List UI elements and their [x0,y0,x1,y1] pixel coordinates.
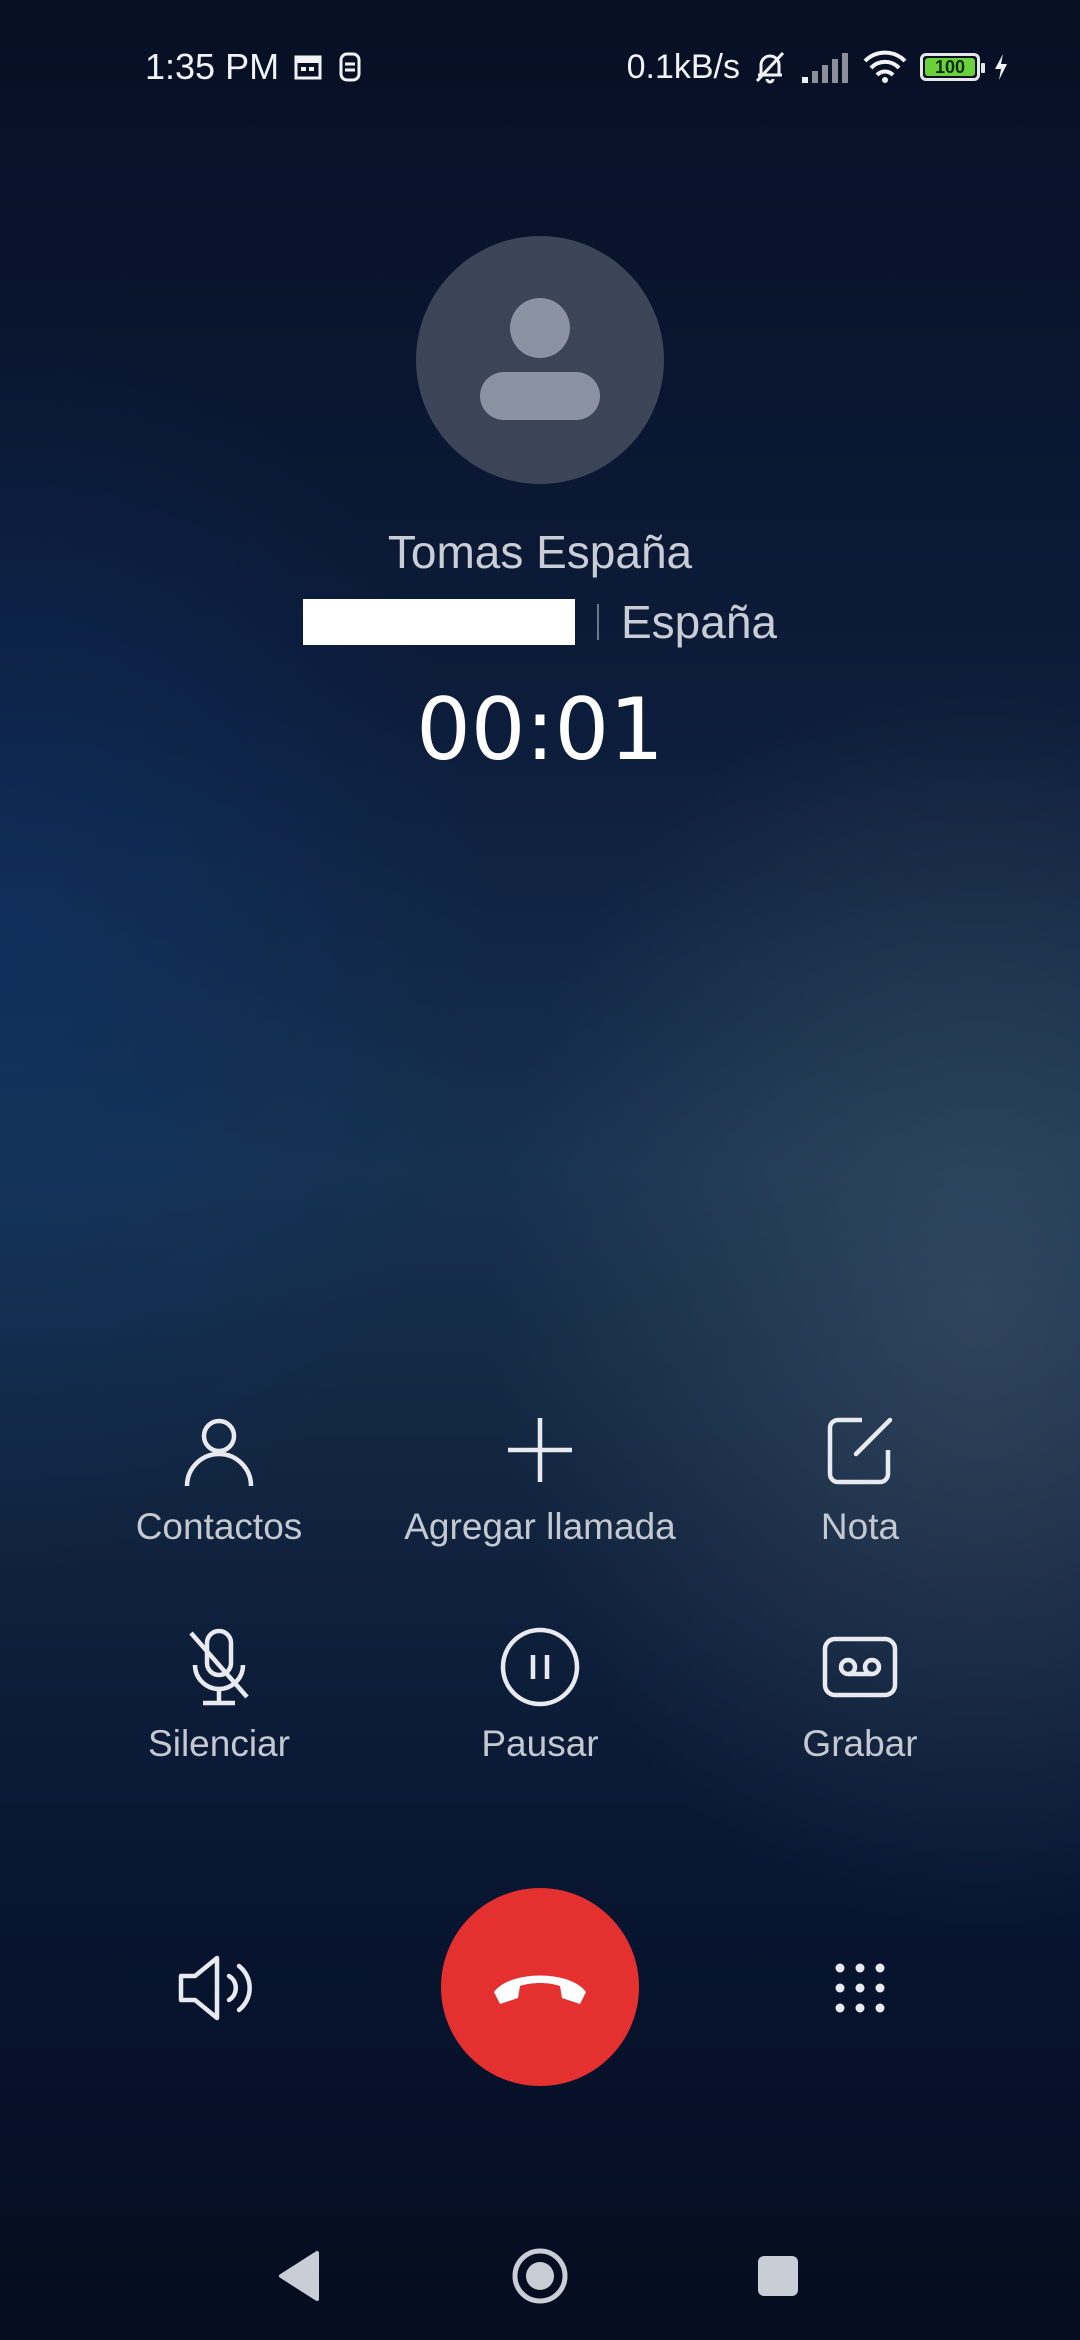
caller-location: España [620,596,777,648]
nav-recents-button[interactable] [728,2228,828,2324]
vpn-icon [339,52,361,82]
call-duration: 00:01 [416,680,664,780]
add-call-button[interactable]: Agregar llamada [360,1408,720,1548]
bell-muted-icon [755,51,785,84]
keypad-button[interactable] [800,1940,920,2036]
keypad-icon [835,1963,885,2013]
end-call-button[interactable] [441,1888,639,2086]
status-bar-right: 0.1kB/s 100 [627,42,1010,92]
speaker-icon [178,1955,252,2021]
nav-back-button[interactable] [250,2228,350,2324]
speaker-button[interactable] [160,1940,280,2036]
wifi-icon [863,50,907,83]
status-time: 1:35 PM [145,46,280,87]
battery-level: 100 [934,56,966,77]
signal-icon [802,53,848,83]
battery-icon: 100 [920,53,985,81]
charging-icon [995,54,1007,80]
back-icon [279,2251,319,2301]
mute-label: Silenciar [148,1723,290,1764]
status-bar-left: 1:35 PM [145,42,363,92]
hold-button[interactable]: Pausar [360,1625,720,1765]
redacted-phone-number [302,599,575,645]
mute-button[interactable]: Silenciar [39,1625,399,1765]
plus-icon [508,1418,572,1482]
note-label: Nota [820,1506,900,1547]
caller-number-row: España [0,595,1080,649]
contacts-button[interactable]: Contactos [39,1408,399,1548]
record-label: Grabar [802,1723,918,1764]
network-speed: 0.1kB/s [626,47,740,86]
person-icon [184,1418,254,1487]
recents-icon [758,2256,798,2296]
contacts-label: Contactos [135,1506,303,1547]
pause-icon [500,1627,580,1707]
calendar-icon [294,55,322,80]
record-button[interactable]: Grabar [680,1625,1040,1765]
end-call-icon [494,1975,586,2004]
edit-note-icon [827,1417,893,1485]
mic-off-icon [189,1628,249,1706]
note-button[interactable]: Nota [680,1408,1040,1548]
avatar [416,236,664,484]
nav-home-button[interactable] [490,2226,590,2326]
hold-label: Pausar [481,1723,599,1764]
record-tape-icon [822,1636,898,1698]
add-call-label: Agregar llamada [404,1506,676,1547]
home-icon [512,2248,568,2304]
person-placeholder-icon [480,298,600,420]
caller-name: Tomas España [387,526,693,578]
divider [596,604,599,640]
